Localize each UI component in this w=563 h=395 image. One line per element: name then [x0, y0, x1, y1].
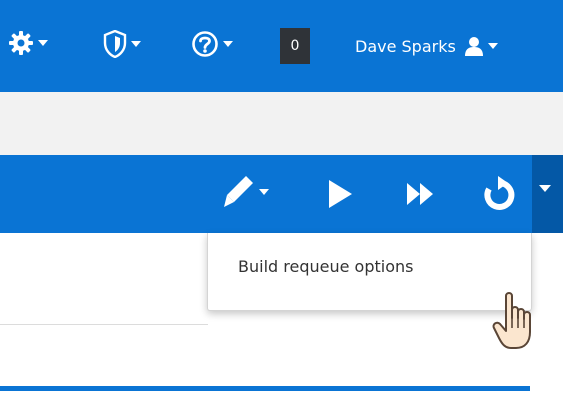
user-name: Dave Sparks	[355, 36, 456, 56]
content-divider	[0, 324, 208, 325]
chevron-down-icon	[539, 185, 551, 192]
help-circle-icon	[192, 31, 218, 57]
settings-menu-button[interactable]	[8, 30, 48, 56]
hand-pointer-cursor-icon	[492, 290, 544, 356]
shield-icon	[103, 30, 127, 58]
gear-icon	[9, 31, 33, 55]
progress-bar-fill	[0, 386, 530, 391]
top-nav-bar: 0 Dave Sparks	[0, 0, 563, 92]
requeue-options-dropdown: Build requeue options	[207, 233, 532, 311]
pencil-icon	[224, 176, 253, 207]
chevron-down-icon	[223, 41, 233, 47]
progress-bar	[0, 386, 530, 391]
play-icon	[329, 180, 352, 208]
user-icon	[464, 37, 483, 56]
chevron-down-icon	[38, 40, 48, 46]
user-menu-button[interactable]: Dave Sparks	[355, 33, 498, 59]
requeue-button[interactable]	[480, 175, 520, 215]
notification-count-badge[interactable]: 0	[280, 28, 310, 64]
chevron-down-icon	[487, 43, 498, 49]
security-menu-button[interactable]	[103, 30, 141, 58]
build-action-toolbar	[0, 155, 563, 233]
chevron-down-icon	[131, 41, 141, 47]
refresh-icon	[484, 176, 515, 210]
chevron-down-icon	[259, 189, 269, 195]
fast-forward-icon	[407, 183, 433, 205]
edit-button[interactable]	[222, 173, 270, 211]
run-button[interactable]	[325, 177, 355, 211]
requeue-dropdown-toggle[interactable]	[532, 155, 563, 233]
secondary-bar	[0, 92, 563, 155]
help-menu-button[interactable]	[191, 30, 233, 58]
fast-forward-button[interactable]	[404, 179, 438, 209]
build-requeue-options-item[interactable]: Build requeue options	[238, 257, 413, 276]
